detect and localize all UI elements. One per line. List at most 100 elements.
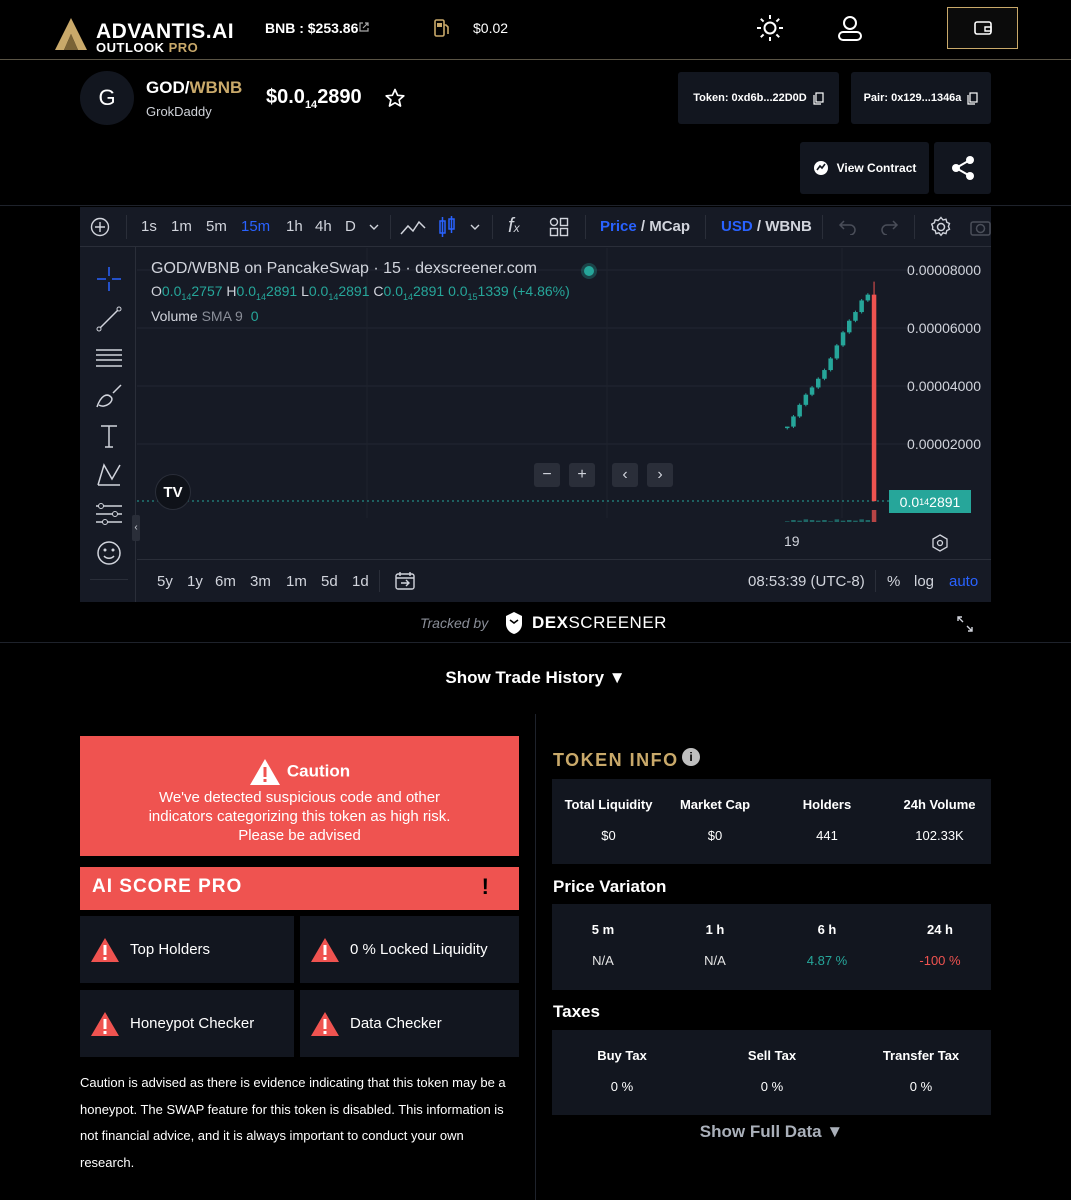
external-link-icon[interactable]	[358, 21, 370, 33]
tax-col: Buy Tax 0 %	[552, 1048, 692, 1094]
volume-bar	[865, 520, 871, 522]
emoji-icon[interactable]	[95, 539, 123, 567]
range-1d[interactable]: 1d	[352, 573, 369, 590]
trend-line-icon[interactable]	[95, 305, 123, 333]
user-profile-icon[interactable]	[836, 14, 864, 42]
camera-icon[interactable]	[970, 217, 991, 237]
check-card-locked-liquidity[interactable]: 0 % Locked Liquidity	[300, 916, 519, 983]
toolbar-divider	[126, 215, 127, 239]
range-1m[interactable]: 1m	[286, 573, 307, 590]
share-button[interactable]	[934, 142, 991, 194]
high-label: H	[226, 283, 237, 299]
tax-value: 0 %	[909, 1079, 933, 1094]
axis-settings-icon[interactable]	[931, 534, 949, 552]
wbnb-option[interactable]: WBNB	[765, 218, 812, 235]
theme-toggle-sun-icon[interactable]	[756, 14, 784, 42]
volume-bar	[871, 510, 877, 522]
dexscreener-brand[interactable]: DEXSCREENER	[532, 613, 667, 633]
ohlc-values: O0.0142757 H0.0142891 L0.0142891 C0.0142…	[151, 283, 570, 302]
indicators-fx-icon[interactable]: fx	[508, 215, 520, 238]
interval-1h[interactable]: 1h	[286, 218, 303, 235]
fullscreen-expand-icon[interactable]	[957, 616, 973, 632]
check-card-data-checker[interactable]: Data Checker	[300, 990, 519, 1057]
chevron-down-icon[interactable]	[470, 224, 480, 231]
view-contract-button[interactable]: View Contract	[800, 142, 929, 194]
price-chart[interactable]: 1s 1m 5m 15m 1h 4h D fx Price / MCap USD…	[80, 207, 991, 602]
candles-icon[interactable]	[437, 215, 457, 239]
auto-scale-toggle[interactable]: auto	[949, 573, 978, 590]
tradingview-logo-icon[interactable]: TV	[155, 474, 191, 510]
settings-gear-icon[interactable]	[930, 216, 952, 238]
dexscreener-logo-icon[interactable]	[502, 610, 526, 636]
info-icon[interactable]: i	[682, 748, 700, 766]
go-to-date-icon[interactable]	[394, 570, 416, 592]
pattern-icon[interactable]	[95, 461, 123, 489]
show-full-data-button[interactable]: Show Full Data ▼	[552, 1122, 991, 1142]
fib-lines-icon[interactable]	[95, 344, 123, 372]
volume-bar	[822, 520, 827, 522]
currency-toggle[interactable]: USD / WBNB	[721, 218, 812, 235]
wallet-button[interactable]	[947, 7, 1018, 49]
check-label: Honeypot Checker	[130, 1015, 255, 1032]
usd-option[interactable]: USD	[721, 218, 753, 235]
interval-1m[interactable]: 1m	[171, 218, 192, 235]
scroll-left-button[interactable]: ‹	[612, 463, 638, 487]
warning-triangle-icon	[249, 759, 280, 785]
plot-area[interactable]: GOD/WBNB on PancakeSwap · 15 · dexscreen…	[137, 248, 991, 522]
layout-grid-icon[interactable]	[549, 217, 569, 237]
token-name: GrokDaddy	[146, 104, 212, 119]
token-address-chip[interactable]: Token: 0xd6b...22D0D	[678, 72, 839, 124]
range-1y[interactable]: 1y	[187, 573, 203, 590]
high-value-zeros: 14	[256, 291, 267, 302]
percent-scale-toggle[interactable]: %	[887, 573, 900, 590]
add-indicator-icon[interactable]	[90, 217, 110, 237]
price-mcap-toggle[interactable]: Price / MCap	[600, 218, 690, 235]
interval-4h[interactable]: 4h	[315, 218, 332, 235]
interval-15m[interactable]: 15m	[241, 218, 270, 235]
candle-body	[791, 416, 796, 427]
toolbar-divider	[914, 215, 915, 239]
price-option[interactable]: Price	[600, 218, 637, 235]
close-value-prefix: 0.0	[383, 283, 403, 299]
zoom-out-button[interactable]: −	[534, 463, 560, 487]
line-chart-icon[interactable]	[400, 217, 426, 237]
volume-bar	[791, 520, 796, 522]
check-card-honeypot[interactable]: Honeypot Checker	[80, 990, 294, 1057]
prediction-icon[interactable]	[95, 500, 123, 528]
price-var-value: N/A	[592, 953, 614, 968]
volume-bar	[828, 521, 833, 522]
token-address: Token: 0xd6b...22D0D	[693, 92, 807, 104]
scroll-right-button[interactable]: ›	[647, 463, 673, 487]
mcap-option[interactable]: MCap	[649, 218, 690, 235]
volume-bar	[809, 520, 815, 522]
taxes-title: Taxes	[553, 1002, 600, 1021]
pair-address-chip[interactable]: Pair: 0x129...1346a	[851, 72, 991, 124]
price-suffix: 2890	[317, 86, 362, 108]
token-avatar: G	[80, 71, 134, 125]
copy-icon[interactable]	[813, 91, 824, 105]
range-5y[interactable]: 5y	[157, 573, 173, 590]
interval-5m[interactable]: 5m	[206, 218, 227, 235]
range-6m[interactable]: 6m	[215, 573, 236, 590]
chevron-down-icon[interactable]	[369, 224, 379, 231]
warning-triangle-icon	[91, 1011, 119, 1036]
range-3m[interactable]: 3m	[250, 573, 271, 590]
undo-icon[interactable]	[838, 219, 858, 235]
advantis-logo-icon[interactable]	[54, 16, 88, 52]
zoom-in-button[interactable]: +	[569, 463, 595, 487]
chart-clock: 08:53:39 (UTC-8)	[748, 573, 865, 590]
check-card-top-holders[interactable]: Top Holders	[80, 916, 294, 983]
crosshair-icon[interactable]	[95, 265, 123, 293]
price-zeros: 14	[304, 99, 318, 111]
range-5d[interactable]: 5d	[321, 573, 338, 590]
copy-icon[interactable]	[967, 91, 979, 105]
redo-icon[interactable]	[879, 219, 899, 235]
interval-d[interactable]: D	[345, 218, 356, 235]
brush-icon[interactable]	[95, 383, 123, 411]
show-trade-history-button[interactable]: Show Trade History ▼	[0, 668, 1071, 688]
favorite-star-icon[interactable]	[385, 88, 405, 108]
token-info-value: $0	[707, 828, 723, 843]
interval-1s[interactable]: 1s	[141, 218, 157, 235]
text-tool-icon[interactable]	[95, 422, 123, 450]
log-scale-toggle[interactable]: log	[914, 573, 934, 590]
